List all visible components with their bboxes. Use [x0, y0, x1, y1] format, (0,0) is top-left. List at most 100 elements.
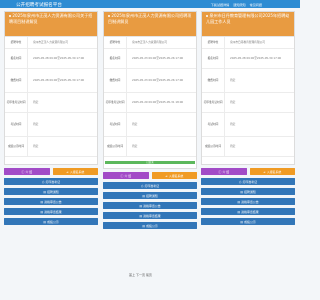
action-buttons: ⓘ 介 绍 ➜ 入报名系统 ⎙ 打印准考证 ▤ 招聘通知 ▤ 资格审查公告 ▤ 资格审查结果…: [4, 168, 98, 225]
exam-info-table: 招聘单位 泉州市正茂人力资源有限公司 报名时间 2025-05-28 09:00…: [5, 36, 97, 157]
table-row: 招聘单位 泉州市正茂人力资源有限公司: [104, 37, 196, 49]
print-ticket-button[interactable]: ⎙ 打印准考证: [201, 178, 295, 185]
row-value: 2025-05-28 09:00至2025-05-30 17:00: [230, 55, 282, 60]
row-label: 打印准考证时间: [5, 93, 28, 112]
exam-title[interactable]: 泉州市日丹教育管理有限公司2025年招聘幼儿园工作人员: [202, 12, 294, 36]
row-value: 2025-05-28 09:00至2025-05-30 17:00: [33, 77, 85, 82]
document-icon: ▤: [142, 193, 145, 198]
qualification-notice-button[interactable]: ▤ 资格审查公告: [103, 202, 197, 209]
top-link-faq[interactable]: 常见问题: [250, 2, 262, 7]
print-icon: ⎙: [42, 179, 45, 184]
print-ticket-button[interactable]: ⎙ 打印准考证: [103, 182, 197, 189]
document-icon: ▤: [43, 219, 46, 224]
row-value: 2025-05-29 09:00至2025-05-31 18:00: [132, 99, 184, 104]
document-icon: ▤: [40, 199, 44, 204]
row-label: 报名时间: [5, 49, 28, 68]
row-value: 待定: [132, 121, 138, 126]
row-label: 成绩公示时间: [104, 137, 127, 156]
row-label: 招聘单位: [5, 37, 28, 48]
score-button[interactable]: ▤ 成绩公示: [103, 222, 197, 229]
row-label: 缴费时间: [202, 69, 225, 92]
row-value: 2025-05-23 09:00至2025-05-26 17:00: [132, 77, 184, 82]
exam-title[interactable]: 2025年泉州市正茂人力资源有限公司招聘项目制讲解员: [104, 12, 196, 36]
enter-system-button[interactable]: ➜ 入报名系统: [52, 168, 98, 175]
row-value: 待定: [33, 99, 39, 104]
table-row: 成绩公示时间 待定: [5, 137, 97, 157]
score-button[interactable]: ▤ 成绩公示: [4, 218, 98, 225]
info-icon: ⓘ: [120, 173, 124, 178]
row-label: 缴费时间: [5, 69, 28, 92]
row-value: 待定: [33, 121, 39, 126]
document-icon: ▤: [240, 219, 243, 224]
row-value: 待定: [33, 143, 39, 148]
row-value: 待定: [230, 99, 236, 104]
print-icon: ⎙: [141, 183, 144, 188]
job-notice-button[interactable]: ▤ 招聘通知: [4, 188, 98, 195]
table-row: 成绩公示时间 待定: [202, 137, 294, 157]
table-row: 考试时间 待定: [104, 113, 196, 137]
row-label: 缴费时间: [104, 69, 127, 92]
row-value: 2025-05-28 09:00至2025-05-30 17:00: [33, 55, 85, 60]
row-value: 泉州市正茂人力资源有限公司: [33, 39, 68, 44]
document-icon: ▤: [237, 199, 241, 204]
row-value: 2025-05-23 09:00至2025-05-26 17:00: [132, 55, 184, 60]
progress-spacer: [202, 157, 294, 164]
pagination[interactable]: 首上 下一页 尾页: [129, 273, 152, 277]
job-notice-button[interactable]: ▤ 招聘通知: [103, 192, 197, 199]
button-row: ⓘ 介 绍 ➜ 入报名系统: [4, 168, 98, 175]
document-icon: ▤: [43, 189, 46, 194]
top-link-notice[interactable]: 通知须知: [233, 2, 245, 7]
action-buttons: ⓘ 介 绍 ➜ 入报名系统 ⎙ 打印准考证 ▤ 招聘通知 ▤ 资格审查公告 ▤ 资格审查结果…: [201, 168, 295, 225]
table-row: 缴费时间 2025-05-28 09:00至2025-05-30 17:00: [5, 69, 97, 93]
qualification-notice-button[interactable]: ▤ 资格审查公告: [201, 198, 295, 205]
row-label: 成绩公示时间: [5, 137, 28, 156]
row-label: 报名时间: [104, 49, 127, 68]
exam-title[interactable]: 2025年泉州市正茂人力资源有限公司关于招聘项目制讲解员: [5, 12, 97, 36]
arrow-right-icon: ➜: [263, 169, 266, 174]
action-buttons: ⓘ 介 绍 ➜ 入报名系统 ⎙ 打印准考证 ▤ 招聘通知 ▤ 资格审查公告 ▤ 资格审查结果…: [103, 172, 197, 229]
qualification-result-button[interactable]: ▤ 资格审查结果: [201, 208, 295, 215]
table-row: 考试时间 待定: [5, 113, 97, 137]
table-row: 招聘单位 泉州市日丹教育管理有限公司: [202, 37, 294, 49]
exam-card: 2025年泉州市正茂人力资源有限公司招聘项目制讲解员 招聘单位 泉州市正茂人力资…: [103, 11, 197, 169]
exam-card: 泉州市日丹教育管理有限公司2025年招聘幼儿园工作人员 招聘单位 泉州市日丹教育…: [201, 11, 295, 165]
table-row: 缴费时间 待定: [202, 69, 294, 93]
progress-spacer: [5, 157, 97, 164]
row-label: 成绩公示时间: [202, 137, 225, 156]
button-row: ⓘ 介 绍 ➜ 入报名系统: [103, 172, 197, 179]
row-value: 泉州市日丹教育管理有限公司: [230, 39, 265, 44]
table-row: 招聘单位 泉州市正茂人力资源有限公司: [5, 37, 97, 49]
table-row: 报名时间 2025-05-28 09:00至2025-05-30 17:00: [202, 49, 294, 69]
row-value: 待定: [230, 121, 236, 126]
document-icon: ▤: [139, 213, 143, 218]
enter-system-button[interactable]: ➜ 入报名系统: [151, 172, 197, 179]
row-value: 泉州市正茂人力资源有限公司: [132, 39, 167, 44]
site-brand[interactable]: 公开招聘考试报名平台: [16, 2, 62, 8]
qualification-notice-button[interactable]: ▤ 资格审查公告: [4, 198, 98, 205]
print-ticket-button[interactable]: ⎙ 打印准考证: [4, 178, 98, 185]
row-label: 报名时间: [202, 49, 225, 68]
intro-button[interactable]: ⓘ 介 绍: [4, 168, 50, 175]
enter-system-button[interactable]: ➜ 入报名系统: [249, 168, 295, 175]
row-label: 招聘单位: [202, 37, 225, 48]
row-label: 打印准考证时间: [104, 93, 127, 112]
exam-column: 2025年泉州市正茂人力资源有限公司关于招聘项目制讲解员 招聘单位 泉州市正茂人…: [4, 11, 98, 225]
qualification-result-button[interactable]: ▤ 资格审查结果: [4, 208, 98, 215]
row-label: 考试时间: [104, 113, 127, 136]
arrow-right-icon: ➜: [66, 169, 69, 174]
table-row: 打印准考证时间 待定: [5, 93, 97, 113]
document-icon: ▤: [40, 209, 44, 214]
row-label: 招聘单位: [104, 37, 127, 48]
job-notice-button[interactable]: ▤ 招聘通知: [201, 188, 295, 195]
progress-status-text: 已结束: [146, 161, 154, 164]
exam-column: 泉州市日丹教育管理有限公司2025年招聘幼儿园工作人员 招聘单位 泉州市日丹教育…: [201, 11, 295, 225]
document-icon: ▤: [142, 223, 145, 228]
intro-button[interactable]: ⓘ 介 绍: [103, 172, 149, 179]
score-button[interactable]: ▤ 成绩公示: [201, 218, 295, 225]
top-link-download[interactable]: 下载试题详情: [211, 2, 230, 7]
row-label: 打印准考证时间: [202, 93, 225, 112]
top-nav: 下载试题详情 通知须知 常见问题: [211, 2, 262, 7]
intro-button[interactable]: ⓘ 介 绍: [201, 168, 247, 175]
qualification-result-button[interactable]: ▤ 资格审查结果: [103, 212, 197, 219]
button-row: ⓘ 介 绍 ➜ 入报名系统: [201, 168, 295, 175]
